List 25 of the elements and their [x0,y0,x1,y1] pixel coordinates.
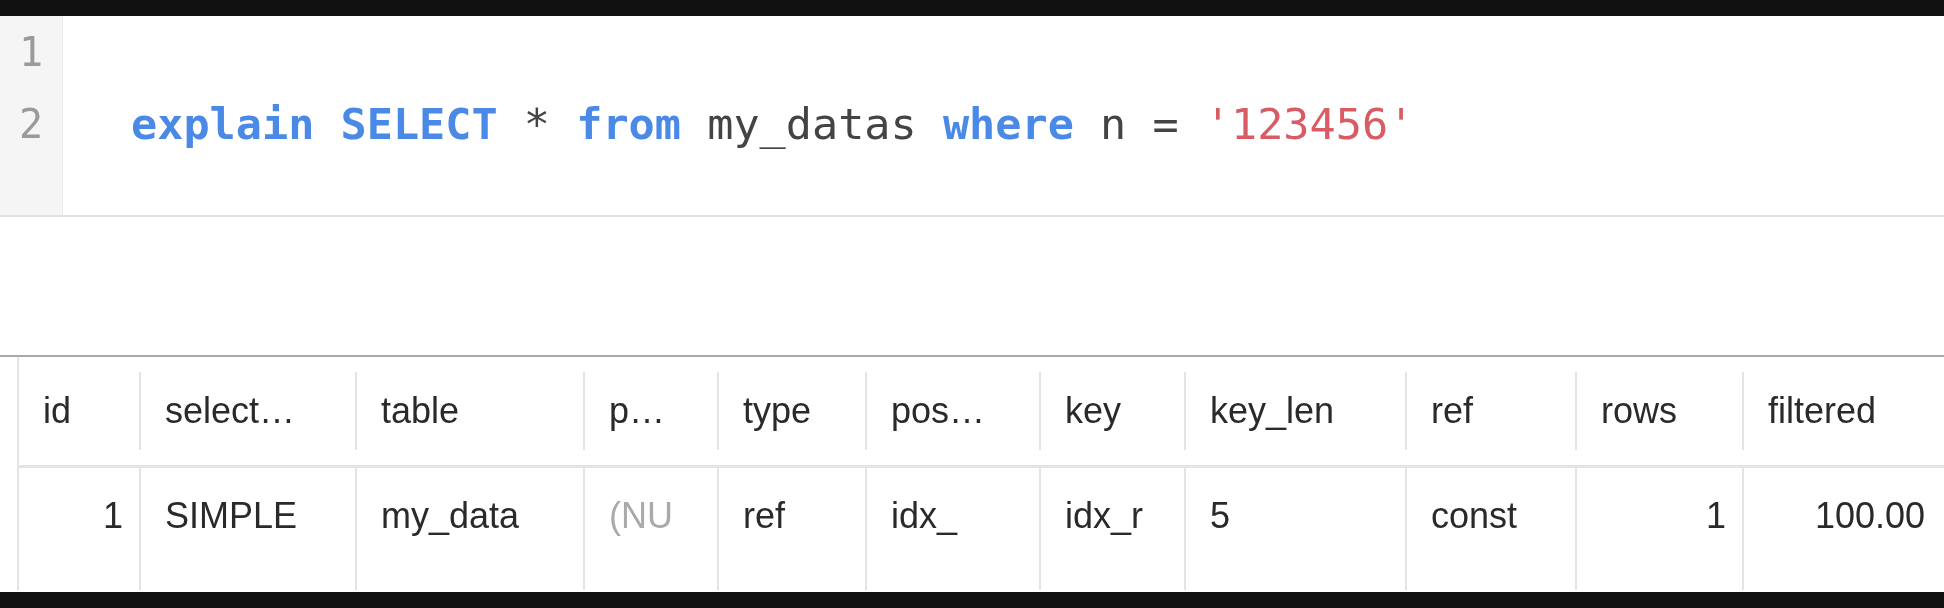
column-header[interactable]: id [19,372,139,450]
column-header[interactable]: filtered [1742,372,1941,450]
table-cell: idx_r [1039,468,1184,590]
table-cell: SIMPLE [139,468,355,590]
column-header[interactable]: select… [139,372,355,450]
table-cell: (NU [583,468,717,590]
line-number: 1 [17,28,45,77]
table-cell-text: 1 [101,494,124,538]
table-cell: const [1405,468,1575,590]
column-header[interactable]: type [717,372,865,450]
table-cell: 5 [1184,468,1405,590]
table-cell: ref [717,468,865,590]
column-header[interactable]: pos… [865,372,1039,450]
column-header[interactable]: table [355,372,583,450]
table-cell: my_data [355,468,583,590]
line-number: 2 [17,100,45,149]
table-cell: 100.00 [1742,468,1941,590]
column-header[interactable]: ref [1405,372,1575,450]
column-header[interactable]: p… [583,372,717,450]
column-header[interactable]: key_len [1184,372,1405,450]
column-header[interactable]: key [1039,372,1184,450]
code-line: explain SELECT * from my_datas where n = '123456' [131,99,1415,149]
column-header[interactable]: rows [1575,372,1742,450]
table-cell: 1 [1575,468,1742,590]
table-cell: idx_ [865,468,1039,590]
